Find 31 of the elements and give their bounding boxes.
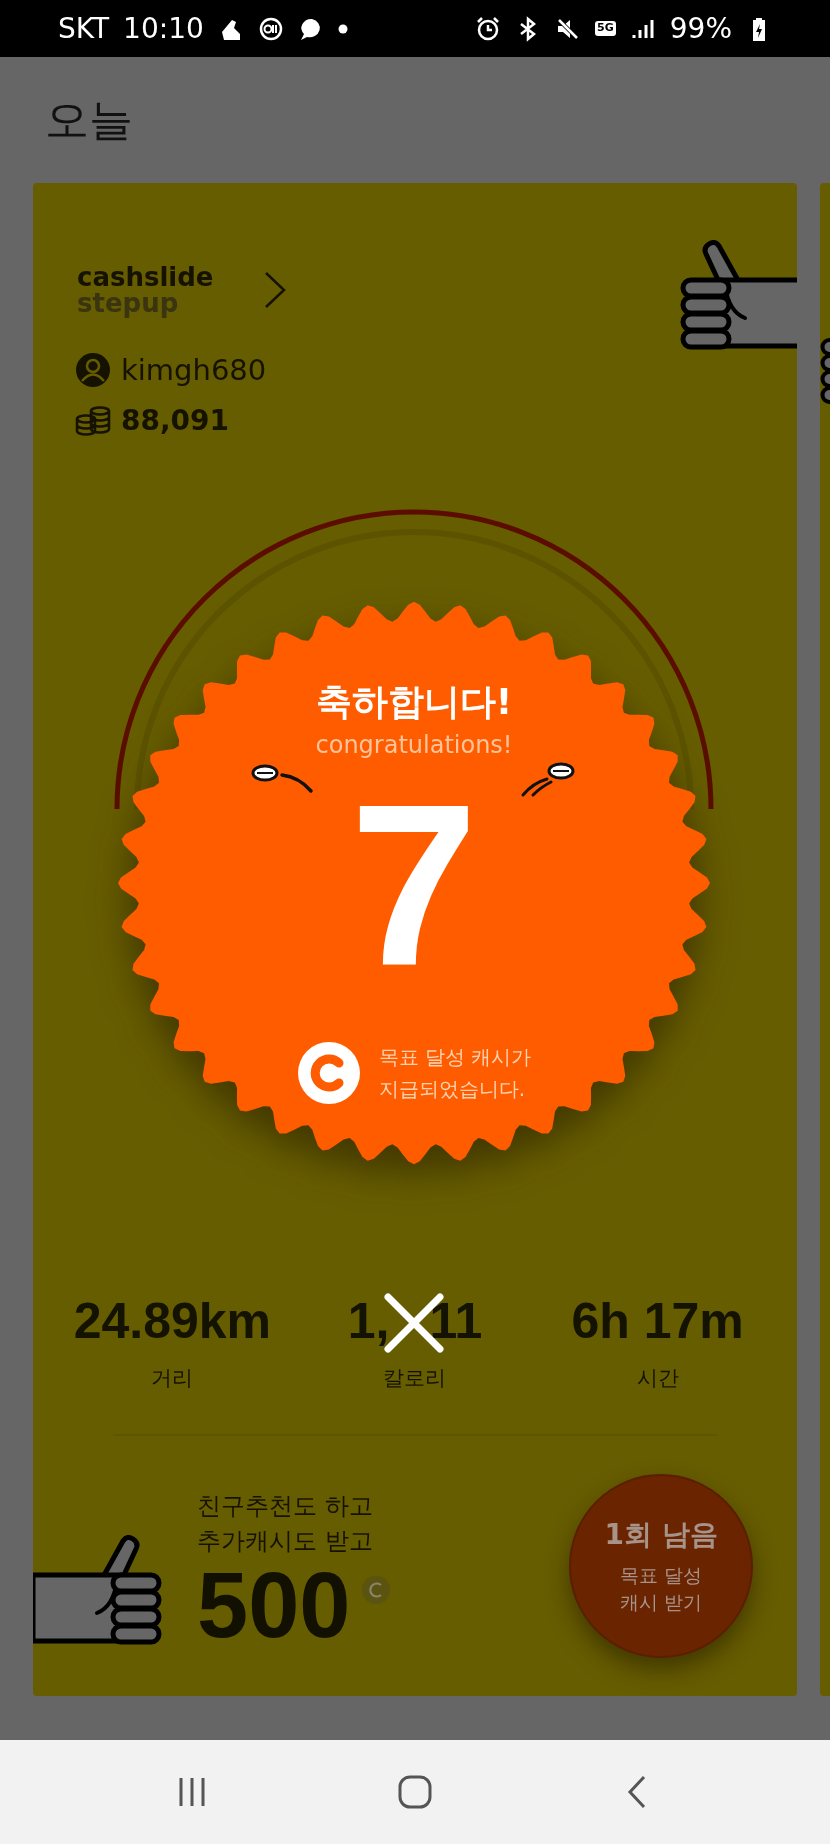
promo-text: 친구추천도 하고: [197, 1491, 374, 1523]
stat-value: 11: [429, 1292, 483, 1350]
stat-value: 1,: [347, 1292, 390, 1350]
dot-icon: [337, 23, 348, 34]
popup-subtitle: congratulations!: [315, 731, 513, 759]
cash-coin-icon: [360, 1574, 391, 1605]
promo-text: 추가캐시도 받고: [197, 1526, 374, 1557]
stat-label: 시간: [636, 1365, 679, 1392]
goal-reward-button[interactable]: 1회 남음 목표 달성 캐시 받기: [569, 1474, 753, 1658]
popup-message: 지급되었습니다.: [378, 1076, 526, 1103]
stat-value: 6h 17m: [571, 1292, 744, 1350]
reward-amount: 500: [197, 1558, 351, 1651]
popup-message: 목표 달성 캐시가: [378, 1044, 532, 1071]
popup-title: 축하합니다!: [315, 680, 513, 724]
thumbs-up-icon: [679, 240, 797, 352]
thumbs-up-icon: [33, 1535, 163, 1647]
coin-balance: 88,091: [121, 403, 230, 437]
brand-logo-text: cashslide: [77, 264, 214, 290]
battery-level: 99%: [669, 12, 732, 45]
user-avatar-icon: [75, 352, 111, 388]
cash-coin-icon: [296, 1041, 361, 1105]
stat-value: 24.89km: [73, 1292, 271, 1350]
username: kimgh680: [121, 353, 267, 387]
stat-label: 거리: [151, 1365, 194, 1392]
stat-label: 칼로리: [383, 1365, 447, 1392]
carrier: SKT: [58, 12, 110, 45]
day-count: 7: [350, 801, 478, 971]
network-type: 5G: [595, 21, 616, 36]
clock: 10:10: [123, 12, 204, 45]
circle-icon: [257, 15, 284, 42]
page-title: 오늘: [45, 92, 133, 147]
